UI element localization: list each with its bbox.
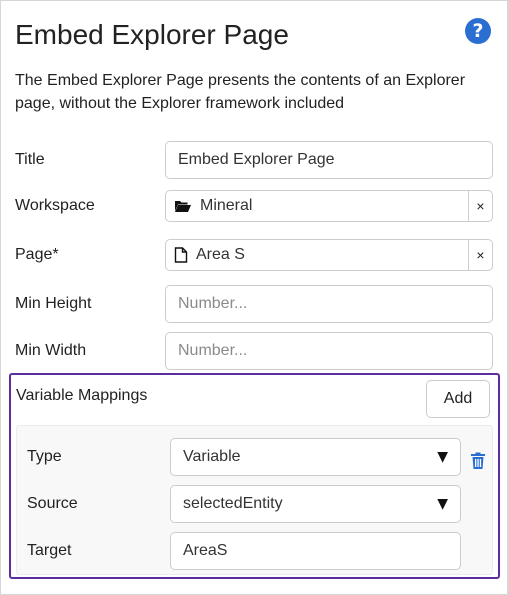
page-select[interactable]: Area S × <box>165 239 493 271</box>
min-height-row: Min Height Number... <box>15 285 493 323</box>
mapping-type-value: Variable <box>183 448 241 465</box>
min-height-label: Min Height <box>15 295 92 312</box>
page-value-text: Area S <box>196 246 245 263</box>
file-icon <box>174 247 188 263</box>
mapping-target-label: Target <box>27 542 72 559</box>
min-height-input[interactable]: Number... <box>165 285 493 323</box>
page-clear-button[interactable]: × <box>468 240 492 270</box>
min-width-input[interactable]: Number... <box>165 332 493 370</box>
embed-explorer-page-panel: Embed Explorer Page ? The Embed Explorer… <box>0 0 509 595</box>
workspace-select[interactable]: Mineral × <box>165 190 493 222</box>
workspace-value-text: Mineral <box>200 197 253 214</box>
mapping-type-select[interactable]: Variable ▼ <box>170 438 461 476</box>
page-value: Area S <box>166 240 468 270</box>
folder-open-icon <box>175 201 191 212</box>
mapping-target-input[interactable]: AreaS <box>170 532 461 570</box>
workspace-value: Mineral <box>166 191 468 221</box>
mapping-source-select[interactable]: selectedEntity ▼ <box>170 485 461 523</box>
header: Embed Explorer Page ? <box>15 15 493 55</box>
min-width-label: Min Width <box>15 342 87 359</box>
title-input[interactable]: Embed Explorer Page <box>165 141 493 179</box>
mapping-type-label: Type <box>27 448 62 465</box>
mapping-card: Type Variable ▼ Source selectedEntity ▼ <box>16 425 493 575</box>
variable-mappings-label: Variable Mappings <box>16 387 148 404</box>
chevron-down-icon: ▼ <box>437 496 448 512</box>
mapping-type-row: Type Variable ▼ <box>27 438 467 476</box>
min-width-row: Min Width Number... <box>15 332 493 370</box>
page-row: Page* Area S × <box>15 239 493 277</box>
page-title: Embed Explorer Page <box>15 19 289 50</box>
title-row: Title Embed Explorer Page <box>15 141 493 179</box>
mapping-source-label: Source <box>27 495 78 512</box>
description: The Embed Explorer Page presents the con… <box>15 72 466 112</box>
page-label: Page* <box>15 246 59 263</box>
question-circle-icon[interactable]: ? <box>465 18 491 44</box>
workspace-label: Workspace <box>15 197 95 214</box>
workspace-row: Workspace Mineral × <box>15 190 493 228</box>
workspace-clear-button[interactable]: × <box>468 191 492 221</box>
add-mapping-button[interactable]: Add <box>426 380 490 418</box>
title-label: Title <box>15 151 45 168</box>
trash-icon[interactable] <box>470 452 486 470</box>
mapping-source-row: Source selectedEntity ▼ <box>27 485 467 523</box>
variable-mappings-section: Variable Mappings Add Type Variable ▼ So… <box>9 373 500 579</box>
mapping-target-row: Target AreaS <box>27 532 467 570</box>
chevron-down-icon: ▼ <box>437 449 448 465</box>
mapping-source-value: selectedEntity <box>183 495 283 512</box>
